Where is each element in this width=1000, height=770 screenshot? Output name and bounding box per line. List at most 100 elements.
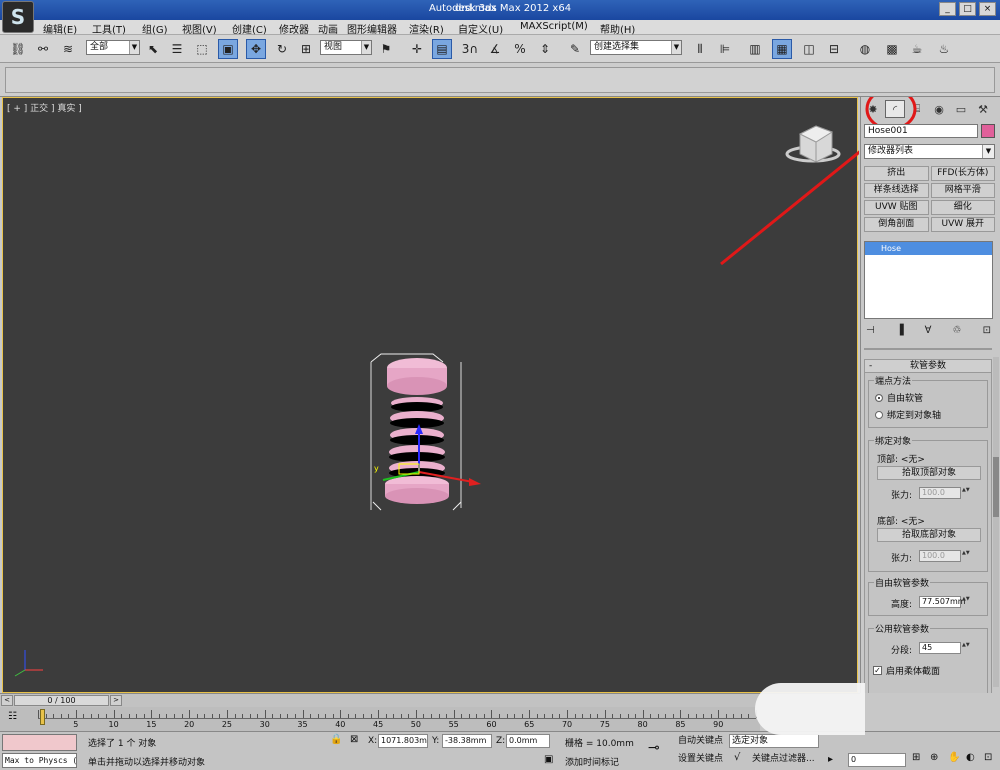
pin-stack-icon[interactable]: ⊣ [866,325,875,336]
menu-tools[interactable]: 工具(T) [92,21,126,36]
menu-customize[interactable]: 自定义(U) [458,21,503,36]
orbit-icon[interactable]: ◐ [966,752,975,763]
current-frame-marker[interactable] [40,709,45,725]
menu-maxscript[interactable]: MAXScript(M) [520,21,588,32]
bevel-profile-button[interactable]: 倒角剖面 [864,217,929,232]
panel-scrollbar[interactable] [993,357,999,687]
minimize-button[interactable]: _ [939,2,956,16]
maxscript-listener[interactable] [2,734,77,751]
selection-filter-dropdown[interactable]: 全部 ▼ [86,40,140,55]
spline-select-button[interactable]: 样条线选择 [864,183,929,198]
menu-edit[interactable]: 编辑(E) [43,21,77,36]
pan-icon[interactable]: ✋ [948,752,960,763]
close-button[interactable]: × [979,2,996,16]
maximize-viewport-icon[interactable]: ⊡ [984,752,992,763]
modifier-stack[interactable]: Hose [864,241,993,319]
select-rotate-icon[interactable]: ↻ [272,39,292,59]
key-selection-dropdown[interactable]: 选定对象 [729,734,819,748]
free-hose-radio[interactable]: 自由软管 [875,391,923,404]
meshsmooth-button[interactable]: 网格平滑 [930,183,995,198]
zoom-icon[interactable]: ⊕ [930,752,938,763]
viewport-perspective[interactable]: [ + ] 正交 ] 真实 ] y [2,97,859,693]
pick-top-button[interactable]: 拾取顶部对象 [877,466,981,480]
curve-editor-icon[interactable]: ◫ [799,39,819,59]
maxscript-output[interactable]: Max to Physcs ( [2,753,77,768]
menu-views[interactable]: 视图(V) [182,21,217,36]
maximize-button[interactable]: □ [959,2,976,16]
menu-help[interactable]: 帮助(H) [600,21,635,36]
menu-modifiers[interactable]: 修改器 [279,21,309,36]
app-logo-button[interactable]: S [2,1,34,33]
unwrap-uvw-button[interactable]: UVW 展开 [930,217,995,232]
tension-top-spinner[interactable]: 100.0 [919,487,972,499]
link-icon[interactable]: ⛓ [8,39,28,59]
tessellate-button[interactable]: 细化 [930,200,995,215]
snaps-toggle-icon[interactable]: 3 ∩ [460,39,480,59]
prev-frame-icon[interactable]: < [1,695,13,706]
window-crossing-icon[interactable]: ▣ [218,39,238,59]
menu-graph-editors[interactable]: 图形编辑器 [347,21,397,36]
time-tag-icon[interactable]: ▣ [544,754,553,765]
material-editor-icon[interactable]: ◍ [855,39,875,59]
display-tab-icon[interactable]: ▭ [951,100,971,118]
rollout-title[interactable]: - 软管参数 [865,360,991,373]
add-time-tag[interactable]: 添加时间标记 [565,755,619,768]
z-coordinate-field[interactable]: 0.0mm [506,734,550,748]
render-production-icon[interactable]: ♨ [934,39,954,59]
select-move-icon[interactable]: ✥ [246,39,266,59]
flex-section-checkbox[interactable]: ✓ 启用柔体截面 [873,664,940,677]
next-key-icon[interactable]: ▸ [828,754,833,765]
graphite-ribbon-icon[interactable]: ▦ [772,39,792,59]
manipulate-icon[interactable]: ✛ [407,39,427,59]
viewcube[interactable] [785,125,841,163]
motion-tab-icon[interactable]: ◉ [929,100,949,118]
unlink-icon[interactable]: ⚯ [33,39,53,59]
modifier-list-dropdown[interactable]: 修改器列表 ▼ [864,144,995,159]
pick-bottom-button[interactable]: 拾取底部对象 [877,528,981,542]
y-coordinate-field[interactable]: -38.38mm [442,734,492,748]
menu-animation[interactable]: 动画 [318,21,338,36]
select-by-name-icon[interactable]: ☰ [167,39,187,59]
absolute-mode-icon[interactable]: ⊠ [350,734,358,745]
segments-spinner[interactable]: 45 [919,642,972,654]
configure-sets-icon[interactable]: ⊡ [983,325,991,336]
menu-group[interactable]: 组(G) [142,21,168,36]
track-bar[interactable]: ☷ 5 10 15 20 25 30 35 40 45 50 55 60 65 70 75 80 85 90 [0,707,760,731]
scrollbar-thumb[interactable] [993,457,999,517]
keyboard-shortcut-icon[interactable]: ▤ [432,39,452,59]
reference-coord-dropdown[interactable]: 视图 ▼ [320,40,372,55]
bind-spacewarp-icon[interactable]: ≋ [58,39,78,59]
remove-modifier-icon[interactable]: ♲ [953,325,962,336]
schematic-view-icon[interactable]: ⊟ [824,39,844,59]
tension-bottom-spinner[interactable]: 100.0 [919,550,972,562]
align-icon[interactable]: ⊫ [715,39,735,59]
angle-snap-icon[interactable]: ∡ [485,39,505,59]
show-end-result-icon[interactable]: ▐ [896,325,904,336]
mini-curve-editor-icon[interactable]: ☷ [8,711,17,722]
utilities-tab-icon[interactable]: ⚒ [973,100,993,118]
rendered-frame-icon[interactable]: ☕ [907,39,927,59]
pivot-center-icon[interactable]: ⚑ [376,39,396,59]
object-color-swatch[interactable] [981,124,995,138]
edit-named-sel-icon[interactable]: ✎ [565,39,585,59]
current-frame-field[interactable]: 0 [848,753,906,767]
next-frame-icon[interactable]: > [110,695,122,706]
key-filters-button[interactable]: 关键点过滤器... [752,752,815,766]
bind-to-pivot-radio[interactable]: 绑定到对象轴 [875,408,941,421]
key-icon[interactable]: ⊸ [648,740,660,756]
spinner-snap-icon[interactable]: ⇕ [535,39,555,59]
select-scale-icon[interactable]: ⊞ [296,39,316,59]
select-object-icon[interactable]: ⬉ [143,39,163,59]
named-selection-dropdown[interactable]: 创建选择集 ▼ [590,40,682,55]
render-setup-icon[interactable]: ▩ [882,39,902,59]
uvw-map-button[interactable]: UVW 贴图 [864,200,929,215]
x-coordinate-field[interactable]: 1071.803m [378,734,428,748]
menu-rendering[interactable]: 渲染(R) [409,21,444,36]
time-slider[interactable]: 0 / 100 [14,695,109,706]
lock-icon[interactable]: 🔒 [330,734,342,745]
time-config-icon[interactable]: ⊞ [912,752,920,763]
mirror-icon[interactable]: ⫴ [690,39,710,59]
ffd-box-button[interactable]: FFD(长方体) [930,166,995,181]
extrude-button[interactable]: 挤出 [864,166,929,181]
auto-key-button[interactable]: 自动关键点 [678,734,723,748]
